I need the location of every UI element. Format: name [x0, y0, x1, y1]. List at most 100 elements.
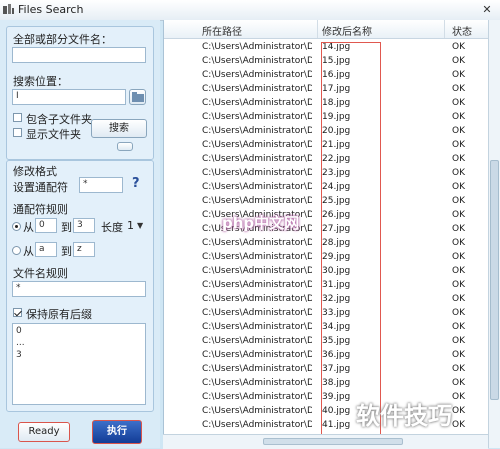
cell-status: OK: [452, 336, 465, 346]
table-row[interactable]: C:\Users\Administrator\De... 20.jpg OK: [164, 126, 489, 138]
preview-line: 0: [16, 326, 22, 336]
range-alpha-radio[interactable]: [12, 246, 21, 255]
cell-path: C:\Users\Administrator\De...: [202, 196, 312, 206]
cell-status: OK: [452, 70, 465, 80]
scrollbar-thumb[interactable]: [263, 438, 403, 445]
cell-path: C:\Users\Administrator\De...: [202, 336, 312, 346]
cell-new-name: 22.jpg: [322, 154, 351, 164]
length-label: 长度: [101, 221, 123, 234]
horizontal-scrollbar[interactable]: [163, 434, 488, 449]
header-path[interactable]: 所在路径: [202, 23, 242, 38]
table-row[interactable]: C:\Users\Administrator\De... 31.jpg OK: [164, 280, 489, 292]
column-divider[interactable]: [444, 20, 445, 38]
table-row[interactable]: C:\Users\Administrator\De... 23.jpg OK: [164, 168, 489, 180]
table-row[interactable]: C:\Users\Administrator\De... 26.jpg OK: [164, 210, 489, 222]
cell-new-name: 28.jpg: [322, 238, 351, 248]
cell-status: OK: [452, 280, 465, 290]
search-button[interactable]: 搜索: [91, 119, 147, 138]
table-row[interactable]: C:\Users\Administrator\De... 40.jpg OK: [164, 406, 489, 418]
column-divider[interactable]: [317, 20, 318, 38]
table-row[interactable]: C:\Users\Administrator\De... 32.jpg OK: [164, 294, 489, 306]
cell-path: C:\Users\Administrator\De...: [202, 308, 312, 318]
table-row[interactable]: C:\Users\Administrator\De... 17.jpg OK: [164, 84, 489, 96]
cell-new-name: 20.jpg: [322, 126, 351, 136]
table-row[interactable]: C:\Users\Administrator\De... 22.jpg OK: [164, 154, 489, 166]
cell-new-name: 29.jpg: [322, 252, 351, 262]
app-icon: [3, 4, 14, 14]
table-row[interactable]: C:\Users\Administrator\De... 35.jpg OK: [164, 336, 489, 348]
include-subfolders-checkbox[interactable]: [13, 113, 22, 122]
cell-status: OK: [452, 420, 465, 430]
table-row[interactable]: C:\Users\Administrator\De... 36.jpg OK: [164, 350, 489, 362]
scrollbar-thumb[interactable]: [490, 160, 499, 400]
table-row[interactable]: C:\Users\Administrator\De... 19.jpg OK: [164, 112, 489, 124]
location-input[interactable]: I: [12, 89, 126, 105]
to-label: 到: [61, 221, 72, 234]
location-label: 搜索位置：: [13, 75, 68, 88]
range-numeric-radio[interactable]: [12, 222, 21, 231]
length-select[interactable]: 1: [127, 219, 134, 232]
from-input[interactable]: 0: [35, 218, 57, 233]
table-row[interactable]: C:\Users\Administrator\De... 33.jpg OK: [164, 308, 489, 320]
filename-rule-label: 文件名规则: [13, 267, 68, 280]
cell-new-name: 27.jpg: [322, 224, 351, 234]
execute-button[interactable]: 执行: [92, 420, 142, 444]
table-row[interactable]: C:\Users\Administrator\De... 18.jpg OK: [164, 98, 489, 110]
table-row[interactable]: C:\Users\Administrator\De... 41.jpg OK: [164, 420, 489, 432]
table-row[interactable]: C:\Users\Administrator\De... 16.jpg OK: [164, 70, 489, 82]
from2-label: 从: [23, 245, 34, 258]
modify-group: 修改格式 设置通配符 * ? 通配符规则 从 0 到 3 长度 1 ▼ 从 a …: [6, 160, 154, 412]
table-row[interactable]: C:\Users\Administrator\De... 15.jpg OK: [164, 56, 489, 68]
cell-new-name: 41.jpg: [322, 420, 351, 430]
cell-path: C:\Users\Administrator\De...: [202, 126, 312, 136]
table-row[interactable]: C:\Users\Administrator\De... 28.jpg OK: [164, 238, 489, 250]
preview-box: 0 ... 3: [12, 323, 146, 405]
filename-input[interactable]: [12, 47, 146, 63]
cell-status: OK: [452, 350, 465, 360]
collapse-handle[interactable]: [117, 142, 133, 151]
cell-status: OK: [452, 406, 465, 416]
cell-path: C:\Users\Administrator\De...: [202, 406, 312, 416]
vertical-scrollbar[interactable]: [488, 20, 500, 448]
from2-input[interactable]: a: [35, 242, 57, 257]
cell-new-name: 40.jpg: [322, 406, 351, 416]
cell-path: C:\Users\Administrator\De...: [202, 98, 312, 108]
chevron-down-icon[interactable]: ▼: [137, 221, 143, 230]
cell-status: OK: [452, 294, 465, 304]
cell-status: OK: [452, 224, 465, 234]
filename-label: 全部或部分文件名：: [13, 33, 112, 46]
ready-button[interactable]: Ready: [18, 422, 70, 442]
table-row[interactable]: C:\Users\Administrator\De... 14.jpg OK: [164, 42, 489, 54]
filename-rule-input[interactable]: *: [12, 281, 146, 297]
table-row[interactable]: C:\Users\Administrator\De... 29.jpg OK: [164, 252, 489, 264]
table-row[interactable]: C:\Users\Administrator\De... 30.jpg OK: [164, 266, 489, 278]
help-icon[interactable]: ?: [132, 176, 140, 191]
show-folders-checkbox[interactable]: [13, 128, 22, 137]
cell-new-name: 34.jpg: [322, 322, 351, 332]
table-row[interactable]: C:\Users\Administrator\De... 34.jpg OK: [164, 322, 489, 334]
cell-status: OK: [452, 168, 465, 178]
to-input[interactable]: 3: [73, 218, 95, 233]
keep-extension-checkbox[interactable]: [13, 308, 22, 317]
cell-status: OK: [452, 378, 465, 388]
table-row[interactable]: C:\Users\Administrator\De... 39.jpg OK: [164, 392, 489, 404]
to2-input[interactable]: z: [73, 242, 95, 257]
browse-button[interactable]: [129, 89, 146, 105]
table-row[interactable]: C:\Users\Administrator\De... 24.jpg OK: [164, 182, 489, 194]
table-row[interactable]: C:\Users\Administrator\De... 21.jpg OK: [164, 140, 489, 152]
close-icon[interactable]: ✕: [478, 2, 496, 17]
cell-new-name: 38.jpg: [322, 378, 351, 388]
cell-status: OK: [452, 84, 465, 94]
table-row[interactable]: C:\Users\Administrator\De... 27.jpg OK: [164, 224, 489, 236]
wildcard-input[interactable]: *: [79, 177, 123, 193]
header-status[interactable]: 状态: [452, 23, 472, 38]
table-row[interactable]: C:\Users\Administrator\De... 38.jpg OK: [164, 378, 489, 390]
table-row[interactable]: C:\Users\Administrator\De... 25.jpg OK: [164, 196, 489, 208]
search-group: 全部或部分文件名： 搜索位置： I 包含子文件夹 显示文件夹 搜索: [6, 26, 154, 160]
cell-path: C:\Users\Administrator\De...: [202, 392, 312, 402]
header-new-name[interactable]: 修改后名称: [322, 23, 372, 38]
cell-new-name: 24.jpg: [322, 182, 351, 192]
cell-status: OK: [452, 56, 465, 66]
table-row[interactable]: C:\Users\Administrator\De... 37.jpg OK: [164, 364, 489, 376]
cell-new-name: 35.jpg: [322, 336, 351, 346]
